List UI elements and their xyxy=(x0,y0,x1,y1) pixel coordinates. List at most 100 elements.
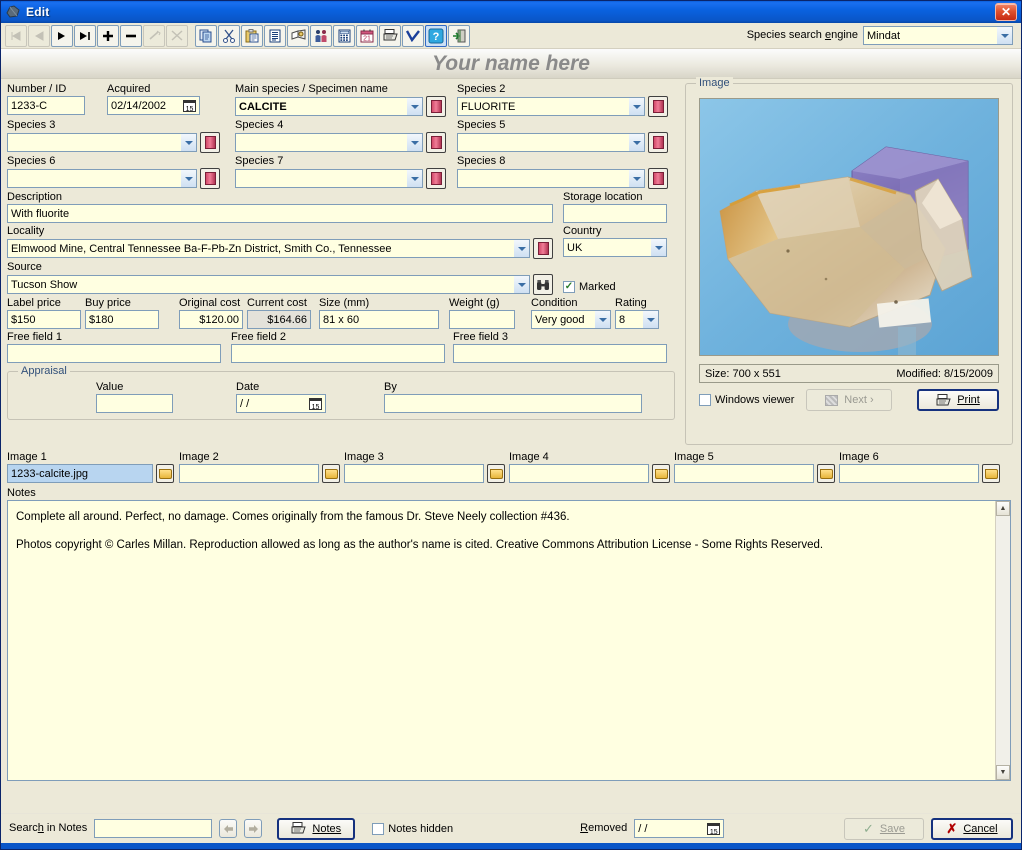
marked-checkbox[interactable]: ✓ Marked xyxy=(563,281,679,293)
locality-select[interactable]: Elmwood Mine, Central Tennessee Ba-F-Pb-… xyxy=(7,239,530,258)
next-record-button[interactable] xyxy=(51,24,73,47)
chevron-down-icon[interactable] xyxy=(514,239,530,258)
print-icon[interactable] xyxy=(379,24,401,47)
chevron-down-icon[interactable] xyxy=(629,169,645,188)
windows-viewer-checkbox[interactable]: Windows viewer xyxy=(699,394,794,406)
dictionary-icon[interactable] xyxy=(287,24,309,47)
notes-scrollbar[interactable]: ▲ ▼ xyxy=(995,501,1010,780)
free-field-3[interactable] xyxy=(453,344,667,363)
size-mm-field[interactable]: 81 x 60 xyxy=(319,310,439,329)
chevron-down-icon[interactable] xyxy=(181,133,197,152)
previous-record-button[interactable] xyxy=(28,24,50,47)
chevron-down-icon[interactable] xyxy=(629,97,645,116)
edit-record-button[interactable] xyxy=(143,24,165,47)
appraisal-date-field[interactable]: / / 15 xyxy=(236,394,326,413)
source-search-button[interactable] xyxy=(533,274,553,295)
chevron-down-icon[interactable] xyxy=(407,169,423,188)
species4-lookup-button[interactable] xyxy=(426,132,446,153)
cut-icon[interactable] xyxy=(218,24,240,47)
locality-lookup-button[interactable] xyxy=(533,238,553,259)
image-2-field[interactable] xyxy=(179,464,319,483)
species7-lookup-button[interactable] xyxy=(426,168,446,189)
species5-lookup-button[interactable] xyxy=(648,132,668,153)
calendar-picker-icon[interactable]: 15 xyxy=(306,394,326,413)
species2-select[interactable]: FLUORITE xyxy=(457,97,645,116)
chevron-down-icon[interactable] xyxy=(407,97,423,116)
close-icon[interactable]: ✕ xyxy=(995,3,1017,21)
checkmark-icon[interactable] xyxy=(402,24,424,47)
notes-textarea[interactable]: Complete all around. Perfect, no damage.… xyxy=(7,500,1011,781)
last-record-button[interactable] xyxy=(74,24,96,47)
chevron-down-icon[interactable] xyxy=(514,275,530,294)
next-image-button[interactable]: Next › xyxy=(806,389,893,411)
chevron-down-icon[interactable] xyxy=(651,238,667,257)
first-record-button[interactable] xyxy=(5,24,27,47)
calendar-picker-icon[interactable]: 15 xyxy=(180,96,200,115)
chevron-down-icon[interactable] xyxy=(181,169,197,188)
browse-image-3-button[interactable] xyxy=(487,464,505,483)
image-4-field[interactable] xyxy=(509,464,649,483)
description-field[interactable]: With fluorite xyxy=(7,204,553,223)
copy-icon[interactable] xyxy=(195,24,217,47)
chevron-down-icon[interactable] xyxy=(629,133,645,152)
removed-date-field[interactable]: / / 15 xyxy=(634,819,725,838)
cancel-button[interactable]: ✗ Cancel xyxy=(931,817,1013,840)
species5-select[interactable] xyxy=(457,133,645,152)
species-search-engine-select[interactable]: Mindat xyxy=(863,26,1013,45)
rating-select[interactable]: 8 xyxy=(615,310,659,329)
delete-record-button[interactable] xyxy=(120,24,142,47)
calculator-icon[interactable] xyxy=(333,24,355,47)
chevron-down-icon[interactable] xyxy=(997,26,1013,45)
number-id-field[interactable]: 1233-C xyxy=(7,96,85,115)
calendar-picker-icon[interactable]: 15 xyxy=(704,819,725,838)
scroll-up-icon[interactable]: ▲ xyxy=(996,501,1010,516)
species7-select[interactable] xyxy=(235,169,423,188)
species8-select[interactable] xyxy=(457,169,645,188)
print-image-button[interactable]: Print xyxy=(917,389,999,411)
browse-image-4-button[interactable] xyxy=(652,464,670,483)
image-3-field[interactable] xyxy=(344,464,484,483)
notes-button[interactable]: Notes xyxy=(277,817,356,840)
browse-image-6-button[interactable] xyxy=(982,464,1000,483)
browse-image-5-button[interactable] xyxy=(817,464,835,483)
specimen-image[interactable] xyxy=(699,98,999,356)
buy-price-field[interactable]: $180 xyxy=(85,310,159,329)
free-field-2[interactable] xyxy=(231,344,445,363)
condition-select[interactable]: Very good xyxy=(531,310,611,329)
free-field-1[interactable] xyxy=(7,344,221,363)
appraisal-by-field[interactable] xyxy=(384,394,642,413)
chevron-down-icon[interactable] xyxy=(407,133,423,152)
species6-select[interactable] xyxy=(7,169,197,188)
species6-lookup-button[interactable] xyxy=(200,168,220,189)
notes-hidden-checkbox[interactable]: Notes hidden xyxy=(372,822,453,835)
species3-lookup-button[interactable] xyxy=(200,132,220,153)
search-prev-button[interactable] xyxy=(219,819,238,838)
add-record-button[interactable] xyxy=(97,24,119,47)
image-1-field[interactable]: 1233-calcite.jpg xyxy=(7,464,153,483)
report-icon[interactable] xyxy=(264,24,286,47)
species8-lookup-button[interactable] xyxy=(648,168,668,189)
browse-image-1-button[interactable] xyxy=(156,464,174,483)
species4-select[interactable] xyxy=(235,133,423,152)
calendar-icon[interactable]: 21 xyxy=(356,24,378,47)
main-species-select[interactable]: CALCITE xyxy=(235,97,423,116)
storage-location-field[interactable] xyxy=(563,204,667,223)
scroll-down-icon[interactable]: ▼ xyxy=(996,765,1010,780)
appraisal-value-field[interactable] xyxy=(96,394,173,413)
chevron-down-icon[interactable] xyxy=(595,310,611,329)
cancel-edit-button[interactable] xyxy=(166,24,188,47)
help-icon[interactable]: ? xyxy=(425,24,447,47)
acquired-field[interactable]: 02/14/2002 15 xyxy=(107,96,200,115)
original-cost-field[interactable]: $120.00 xyxy=(179,310,243,329)
species2-lookup-button[interactable] xyxy=(648,96,668,117)
search-in-notes-input[interactable] xyxy=(94,819,213,838)
image-6-field[interactable] xyxy=(839,464,979,483)
save-button[interactable]: ✓ Save xyxy=(844,817,924,840)
main-species-lookup-button[interactable] xyxy=(426,96,446,117)
exit-icon[interactable] xyxy=(448,24,470,47)
species3-select[interactable] xyxy=(7,133,197,152)
source-select[interactable]: Tucson Show xyxy=(7,275,530,294)
contacts-icon[interactable] xyxy=(310,24,332,47)
browse-image-2-button[interactable] xyxy=(322,464,340,483)
image-5-field[interactable] xyxy=(674,464,814,483)
